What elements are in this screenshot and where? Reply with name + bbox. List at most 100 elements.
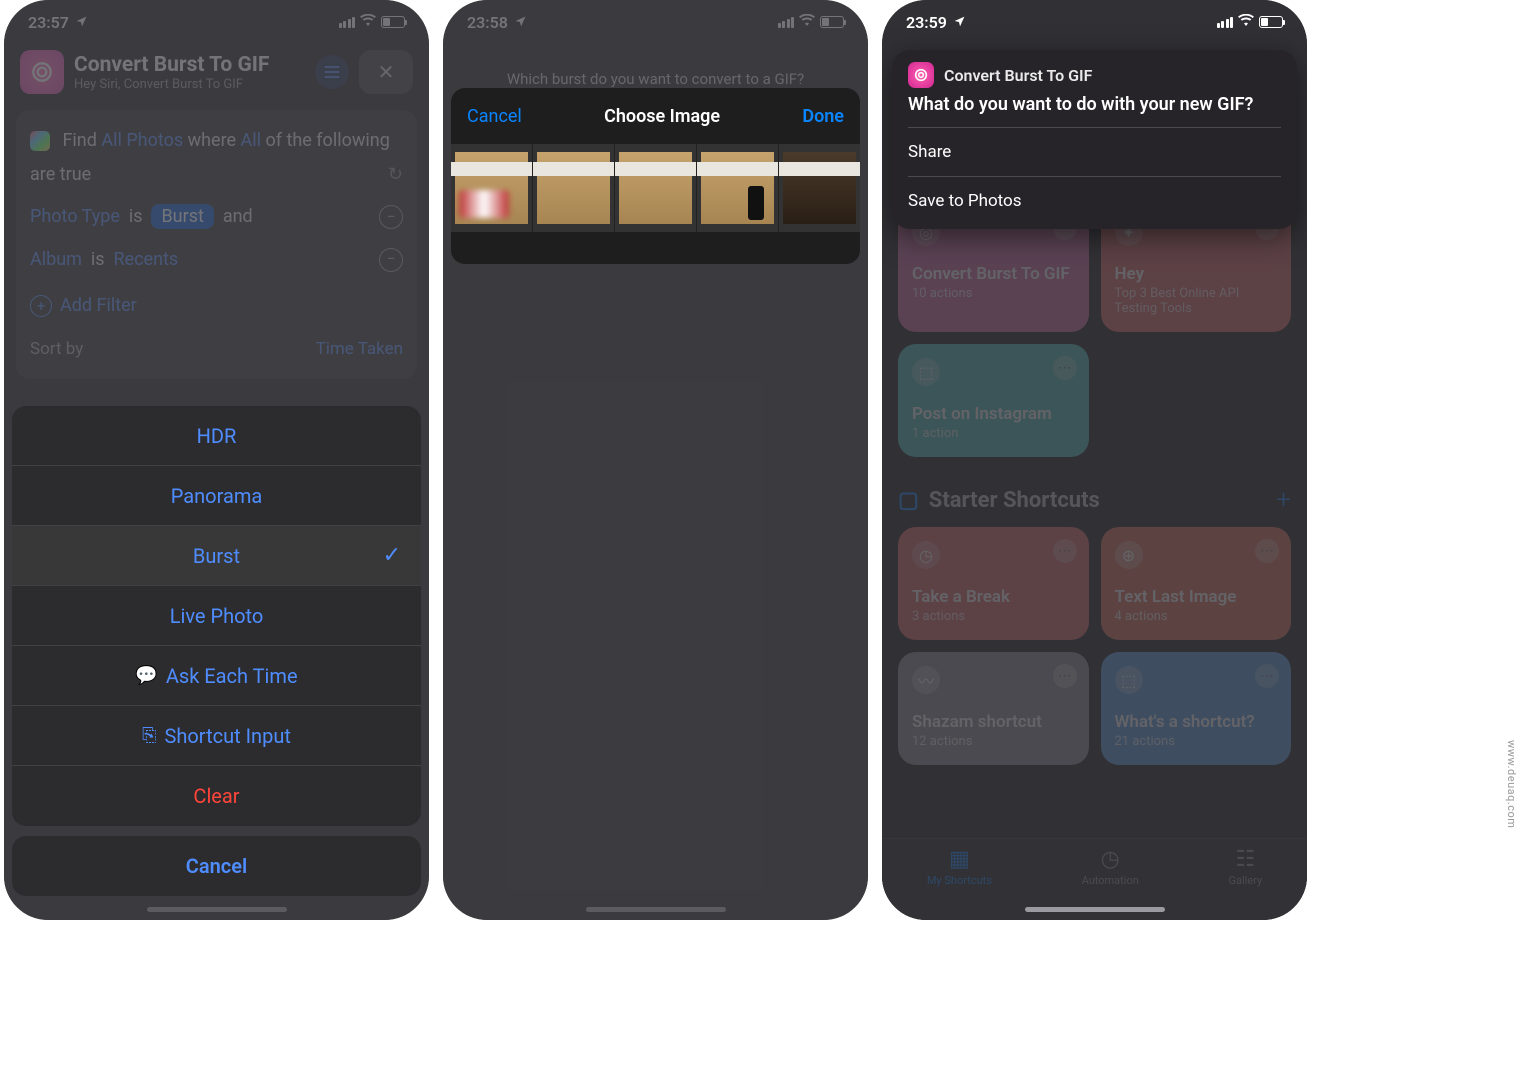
- shortcut-tile-text-last-image[interactable]: ⊕ ⋯ Text Last Image 4 actions: [1101, 527, 1292, 640]
- chat-icon: 💬: [135, 665, 157, 686]
- more-icon[interactable]: ⋯: [1053, 356, 1077, 380]
- remove-filter-button[interactable]: −: [379, 205, 403, 229]
- add-filter-button[interactable]: + Add Filter: [30, 289, 403, 323]
- shortcut-app-icon: [20, 50, 64, 94]
- tile-title: Take a Break: [912, 587, 1075, 607]
- tile-title: Text Last Image: [1115, 587, 1278, 607]
- phone-screen-2: 23:58 Which burst do you want to convert…: [443, 0, 868, 920]
- option-save-to-photos[interactable]: Save to Photos: [908, 176, 1281, 225]
- tile-title: Hey: [1115, 264, 1278, 284]
- tile-subtitle: 21 actions: [1115, 734, 1278, 749]
- shortcut-header: Convert Burst To GIF Hey Siri, Convert B…: [4, 44, 429, 100]
- chip-all[interactable]: All: [241, 130, 262, 151]
- text-is: is: [129, 206, 143, 227]
- wifi-icon: [1238, 14, 1254, 30]
- status-bar: 23:59: [882, 0, 1307, 44]
- phone-screen-1: 23:57 Convert Burst To GIF Hey Siri, Con…: [4, 0, 429, 920]
- more-icon[interactable]: ⋯: [1053, 664, 1077, 688]
- close-button[interactable]: ✕: [359, 50, 413, 94]
- notification-app-name: Convert Burst To GIF: [944, 66, 1092, 85]
- home-indicator[interactable]: [1025, 907, 1165, 912]
- battery-icon: [1259, 16, 1283, 28]
- cellular-icon: [339, 17, 356, 28]
- status-bar: 23:57: [4, 0, 429, 44]
- picker-option-live-photo[interactable]: Live Photo: [12, 586, 421, 646]
- picker-option-burst[interactable]: Burst ✓: [12, 526, 421, 586]
- chip-photo-type[interactable]: Photo Type: [30, 206, 120, 227]
- done-button[interactable]: Done: [802, 106, 844, 127]
- shortcut-tile-instagram[interactable]: ⬚ ⋯ Post on Instagram 1 action: [898, 344, 1089, 457]
- picker-cancel[interactable]: Cancel: [12, 836, 421, 896]
- wifi-icon: [799, 14, 815, 30]
- add-shortcut-button[interactable]: +: [1276, 485, 1291, 515]
- stack-icon: ☷: [1228, 847, 1262, 872]
- picker-option-panorama[interactable]: Panorama: [12, 466, 421, 526]
- layers-icon: ⬚: [1115, 666, 1143, 694]
- input-icon: ⎘: [142, 725, 156, 746]
- burst-thumb[interactable]: [533, 144, 615, 232]
- cellular-icon: [778, 17, 795, 28]
- text-is-2: is: [91, 249, 105, 270]
- find-photos-card: Find All Photos where All of the followi…: [16, 110, 417, 379]
- tile-title: Convert Burst To GIF: [912, 264, 1075, 284]
- text-where: where: [188, 130, 236, 151]
- check-icon: ✓: [383, 543, 401, 568]
- status-time: 23:59: [906, 13, 947, 32]
- burst-thumb[interactable]: [451, 144, 533, 232]
- shortcut-subtitle: Hey Siri, Convert Burst To GIF: [74, 77, 305, 92]
- waveform-icon: 〰: [912, 666, 940, 694]
- tab-automation[interactable]: ◷ Automation: [1082, 847, 1139, 887]
- more-icon[interactable]: ⋯: [1053, 539, 1077, 563]
- shortcut-app-icon: [908, 62, 934, 88]
- picker-clear[interactable]: Clear: [12, 766, 421, 826]
- tab-my-shortcuts[interactable]: ▦ My Shortcuts: [927, 847, 992, 887]
- cancel-button[interactable]: Cancel: [467, 106, 522, 127]
- tile-title: Post on Instagram: [912, 404, 1075, 424]
- photo-type-picker: HDR Panorama Burst ✓ Live Photo 💬 Ask Ea…: [4, 406, 429, 920]
- folder-icon: ▢: [898, 488, 919, 513]
- tile-subtitle: Top 3 Best Online API Testing Tools: [1115, 286, 1278, 316]
- status-bar: 23:58: [443, 0, 868, 44]
- layers-icon: ⬚: [912, 358, 940, 386]
- add-filter-label: Add Filter: [60, 289, 137, 323]
- battery-icon: [820, 16, 844, 28]
- option-share[interactable]: Share: [908, 127, 1281, 176]
- picker-option-ask-each-time[interactable]: 💬 Ask Each Time: [12, 646, 421, 706]
- more-icon[interactable]: ⋯: [1255, 539, 1279, 563]
- shortcut-tile-shazam[interactable]: 〰 ⋯ Shazam shortcut 12 actions: [898, 652, 1089, 765]
- tile-title: Shazam shortcut: [912, 712, 1075, 732]
- plus-circle-icon: ⊕: [1115, 541, 1143, 569]
- tab-gallery[interactable]: ☷ Gallery: [1228, 847, 1262, 887]
- tile-subtitle: 1 action: [912, 426, 1075, 441]
- shortcut-tile-whats-shortcut[interactable]: ⬚ ⋯ What's a shortcut? 21 actions: [1101, 652, 1292, 765]
- tile-title: What's a shortcut?: [1115, 712, 1278, 732]
- clock-icon: ◷: [912, 541, 940, 569]
- sort-by-value[interactable]: Time Taken: [316, 333, 403, 365]
- photos-app-icon: [30, 131, 50, 151]
- settings-button[interactable]: [315, 55, 349, 89]
- picker-option-hdr[interactable]: HDR: [12, 406, 421, 466]
- location-icon: [953, 13, 966, 32]
- chip-recents[interactable]: Recents: [113, 249, 178, 270]
- choose-image-sheet: Cancel Choose Image Done: [451, 88, 860, 264]
- shortcut-tile-take-break[interactable]: ◷ ⋯ Take a Break 3 actions: [898, 527, 1089, 640]
- location-icon: [514, 13, 527, 32]
- prompt-text: Which burst do you want to convert to a …: [443, 70, 868, 88]
- burst-thumb[interactable]: [615, 144, 697, 232]
- remove-filter-button-2[interactable]: −: [379, 248, 403, 272]
- watermark: www.deuaq.com: [1505, 740, 1518, 828]
- chip-all-photos[interactable]: All Photos: [101, 130, 183, 151]
- burst-thumb[interactable]: [697, 144, 779, 232]
- more-icon[interactable]: ⋯: [1255, 664, 1279, 688]
- clock-icon: ◷: [1082, 847, 1139, 872]
- chip-burst-selected[interactable]: Burst: [151, 204, 213, 229]
- burst-thumb[interactable]: [779, 144, 860, 232]
- text-find: Find: [62, 130, 96, 151]
- picker-option-shortcut-input[interactable]: ⎘ Shortcut Input: [12, 706, 421, 766]
- chip-album[interactable]: Album: [30, 249, 82, 270]
- home-indicator[interactable]: [586, 907, 726, 912]
- wifi-icon: [360, 14, 376, 30]
- burst-thumbnails: [451, 144, 860, 232]
- text-and: and: [223, 206, 253, 227]
- plus-icon: +: [30, 295, 52, 317]
